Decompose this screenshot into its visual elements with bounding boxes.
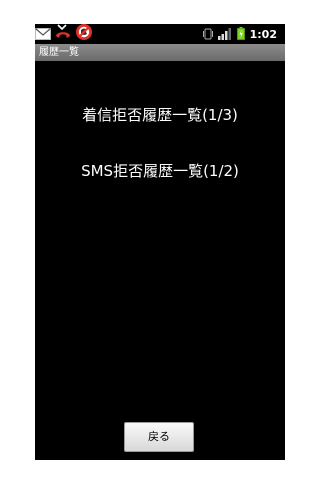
- signal-icon: [217, 25, 232, 44]
- blocked-app-icon: [75, 24, 93, 45]
- vibrate-icon: [202, 25, 213, 44]
- status-bar-clock: 1:02: [249, 27, 277, 41]
- notification-icons: [35, 24, 93, 44]
- missed-call-icon: [54, 24, 72, 45]
- page-title: 履歴一覧: [39, 47, 79, 58]
- status-bar: 1:02: [35, 24, 285, 44]
- sms-reject-history-item[interactable]: SMS拒否履歴一覧(1/2): [35, 155, 285, 187]
- back-button[interactable]: 戻る: [124, 422, 194, 452]
- mail-icon: [35, 25, 51, 44]
- call-reject-history-item[interactable]: 着信拒否履歴一覧(1/3): [35, 99, 285, 131]
- battery-icon: [236, 25, 245, 44]
- system-icons: 1:02: [202, 24, 277, 44]
- title-bar: 履歴一覧: [35, 44, 285, 61]
- phone-screen: 1:02 履歴一覧 着信拒否履歴一覧(1/3) SMS拒否履歴一覧(1/2) 戻…: [35, 24, 285, 460]
